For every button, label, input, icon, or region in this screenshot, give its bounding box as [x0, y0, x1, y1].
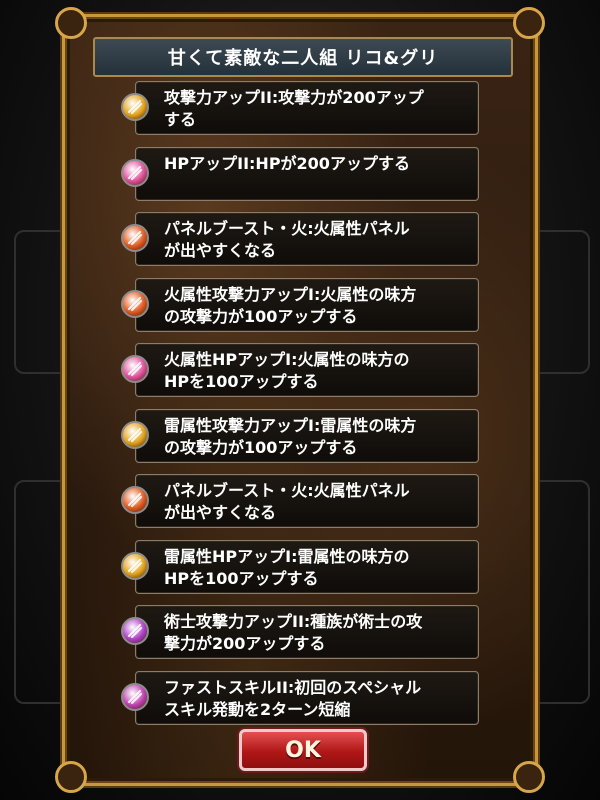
skill-text: 火属性HPアップI:火属性の味方の HPを100アップする — [164, 350, 410, 391]
fire-panel-icon — [121, 486, 149, 514]
fire-attack-up-icon — [121, 289, 149, 318]
skill-item: 攻撃力アップII:攻撃力が200アップ する — [121, 81, 479, 135]
hp-up-icon — [121, 158, 149, 187]
fast-skill-icon — [121, 682, 149, 711]
skill-text: 火属性攻撃力アップI:火属性の味方 の攻撃力が100アップする — [164, 284, 417, 326]
skill-item: 雷属性HPアップI:雷属性の味方の HPを100アップする — [121, 539, 479, 594]
skill-item: ファストスキルII:初回のスペシャル スキル発動を2ターン短縮 — [121, 670, 479, 725]
fire-hp-up-icon — [121, 355, 149, 383]
skill-list-dialog: 甘くて素敵な二人組 リコ&グリ 攻撃力アップII:攻撃力が200アップ する HP… — [55, 7, 545, 793]
skill-item: 火属性攻撃力アップI:火属性の味方 の攻撃力が100アップする — [121, 277, 479, 332]
skill-item: HPアップII:HPが200アップする — [121, 146, 479, 201]
skill-item: 火属性HPアップI:火属性の味方の HPを100アップする — [121, 343, 479, 397]
frame-ornament — [55, 761, 87, 793]
skill-text: 雷属性HPアップI:雷属性の味方の HPを100アップする — [164, 546, 410, 588]
skill-text: 術士攻撃力アップII:種族が術士の攻 撃力が200アップする — [164, 612, 423, 653]
ok-button[interactable]: OK — [239, 729, 367, 771]
dialog-title: 甘くて素敵な二人組 リコ&グリ — [93, 37, 513, 77]
skill-text: ファストスキルII:初回のスペシャル スキル発動を2ターン短縮 — [164, 677, 422, 719]
skill-text: 攻撃力アップII:攻撃力が200アップ する — [164, 88, 424, 129]
skill-item: パネルブースト・火:火属性パネル が出やすくなる — [121, 212, 479, 266]
skill-list: 攻撃力アップII:攻撃力が200アップ する HPアップII:HPが200アップす… — [121, 81, 479, 736]
thunder-hp-up-icon — [121, 551, 149, 580]
skill-item: 雷属性攻撃力アップI:雷属性の味方 の攻撃力が100アップする — [121, 408, 479, 463]
skill-text: パネルブースト・火:火属性パネル が出やすくなる — [164, 219, 410, 260]
fire-panel-icon — [121, 224, 149, 252]
thunder-attack-up-icon — [121, 420, 149, 449]
skill-item: パネルブースト・火:火属性パネル が出やすくなる — [121, 474, 479, 528]
attack-up-icon — [121, 93, 149, 121]
frame-ornament — [513, 761, 545, 793]
skill-text: HPアップII:HPが200アップする — [164, 153, 410, 173]
skill-text: 雷属性攻撃力アップI:雷属性の味方 の攻撃力が100アップする — [164, 415, 417, 457]
skill-text: パネルブースト・火:火属性パネル が出やすくなる — [164, 481, 410, 522]
mage-attack-up-icon — [121, 617, 149, 645]
frame-ornament — [513, 7, 545, 39]
skill-item: 術士攻撃力アップII:種族が術士の攻 撃力が200アップする — [121, 605, 479, 659]
frame-ornament — [55, 7, 87, 39]
